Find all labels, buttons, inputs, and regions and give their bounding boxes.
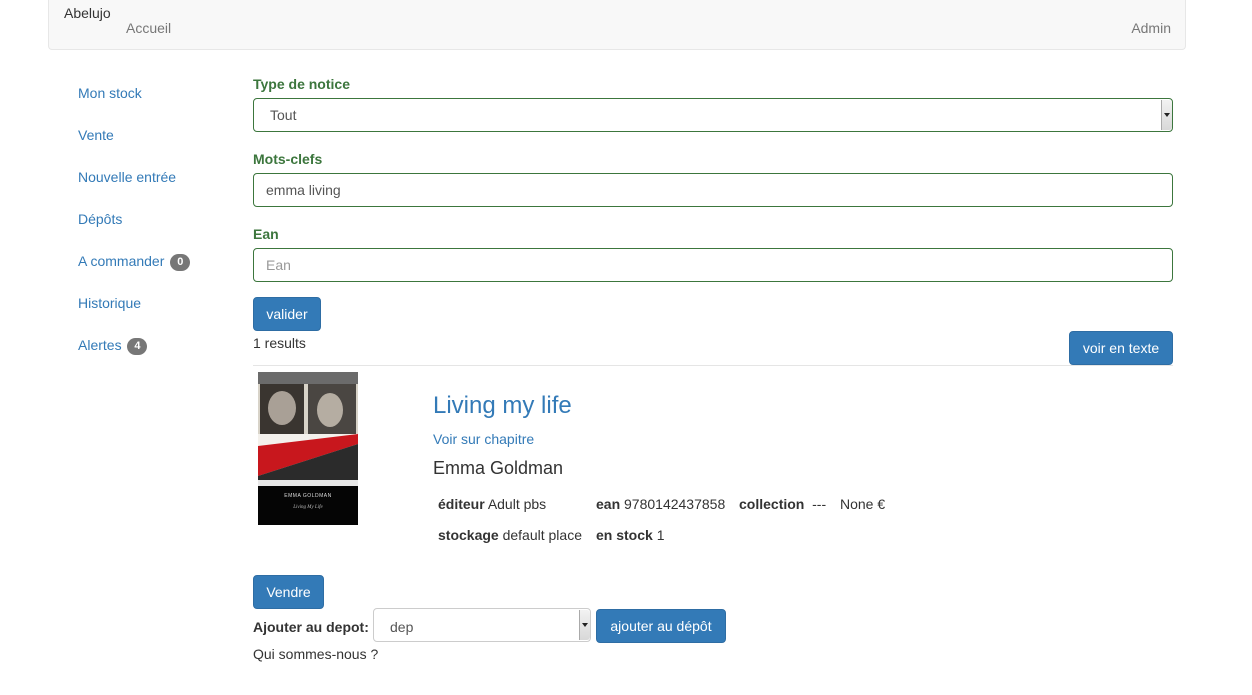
ean-field: ean 9780142437858: [596, 496, 725, 512]
text-view-button[interactable]: voir en texte: [1069, 331, 1173, 365]
ean-label: Ean: [253, 226, 279, 242]
ean-placeholder: Ean: [266, 257, 291, 273]
deposit-label: Ajouter au depot:: [253, 619, 369, 635]
sidebar-item-label: Nouvelle entrée: [78, 169, 177, 185]
storage-label: stockage: [438, 527, 499, 543]
collection-value: ---: [812, 496, 827, 512]
deposit-select[interactable]: dep: [373, 608, 591, 642]
sidebar-item-label: Alertes: [78, 337, 122, 353]
book-author: Emma Goldman: [433, 458, 564, 478]
chevron-down-icon: [579, 610, 590, 640]
keywords-label: Mots-clefs: [253, 151, 323, 167]
add-deposit-button[interactable]: ajouter au dépôt: [596, 609, 726, 643]
count-badge: 0: [170, 254, 191, 271]
nav-admin-link[interactable]: Admin: [1131, 20, 1171, 36]
chevron-down-icon: [1161, 100, 1172, 130]
submit-button[interactable]: valider: [253, 297, 321, 331]
sidebar-item-historique[interactable]: Historique: [78, 295, 141, 311]
editor-label: éditeur: [438, 496, 485, 512]
collection-field: collection ---: [739, 496, 826, 512]
editor-field: éditeur Adult pbs: [438, 496, 546, 512]
keywords-input[interactable]: emma living: [253, 173, 1173, 207]
sidebar-item-depots[interactable]: Dépôts: [78, 211, 122, 227]
deposit-select-value: dep: [390, 619, 414, 635]
storage-value: default place: [502, 527, 582, 543]
sidebar-item-label: A commander: [78, 253, 165, 269]
stock-field: en stock 1: [596, 527, 665, 543]
sell-button[interactable]: Vendre: [253, 575, 324, 609]
book-title-link[interactable]: Living my life: [433, 392, 572, 420]
nav-home-link[interactable]: Accueil: [126, 20, 171, 36]
sidebar-item-label: Dépôts: [78, 211, 123, 227]
count-badge: 4: [127, 338, 148, 355]
stock-value: 1: [656, 527, 665, 543]
ean-value: 9780142437858: [624, 496, 726, 512]
sidebar-item-label: Historique: [78, 295, 142, 311]
price-value: None €: [840, 496, 886, 512]
storage-field: stockage default place: [438, 527, 582, 543]
type-label: Type de notice: [253, 76, 350, 92]
ean-field-label: ean: [596, 496, 621, 512]
sidebar-item-label: Vente: [78, 127, 114, 143]
keywords-input-value: emma living: [266, 182, 341, 198]
brand-link[interactable]: Abelujo: [64, 5, 111, 21]
sidebar-item-a-commander[interactable]: A commander 0: [78, 253, 191, 271]
cover-title-text: Living My Life: [293, 505, 323, 510]
sidebar-item-vente[interactable]: Vente: [78, 127, 114, 143]
book-cover-image[interactable]: EMMA GOLDMAN Living My Life: [258, 372, 358, 525]
sidebar-item-alertes[interactable]: Alertes 4: [78, 337, 148, 355]
sidebar-item-mon-stock[interactable]: Mon stock: [78, 85, 142, 101]
about-link[interactable]: Qui sommes-nous ?: [253, 646, 378, 662]
type-select-value: Tout: [270, 107, 297, 123]
type-select[interactable]: Tout: [253, 98, 1173, 132]
editor-value: Adult pbs: [487, 496, 547, 512]
results-count: 1 results: [253, 335, 306, 351]
top-navbar: Abelujo Accueil Admin: [48, 0, 1186, 50]
ean-input[interactable]: Ean: [253, 248, 1173, 282]
sidebar-item-label: Mon stock: [78, 85, 142, 101]
collection-label: collection: [739, 496, 805, 512]
cover-author-text: EMMA GOLDMAN: [284, 493, 332, 499]
divider: [253, 365, 1173, 366]
chapter-link[interactable]: Voir sur chapitre: [433, 431, 534, 447]
cover-art-icon: [258, 372, 358, 525]
stock-label: en stock: [596, 527, 653, 543]
sidebar-item-nouvelle-entree[interactable]: Nouvelle entrée: [78, 169, 176, 185]
